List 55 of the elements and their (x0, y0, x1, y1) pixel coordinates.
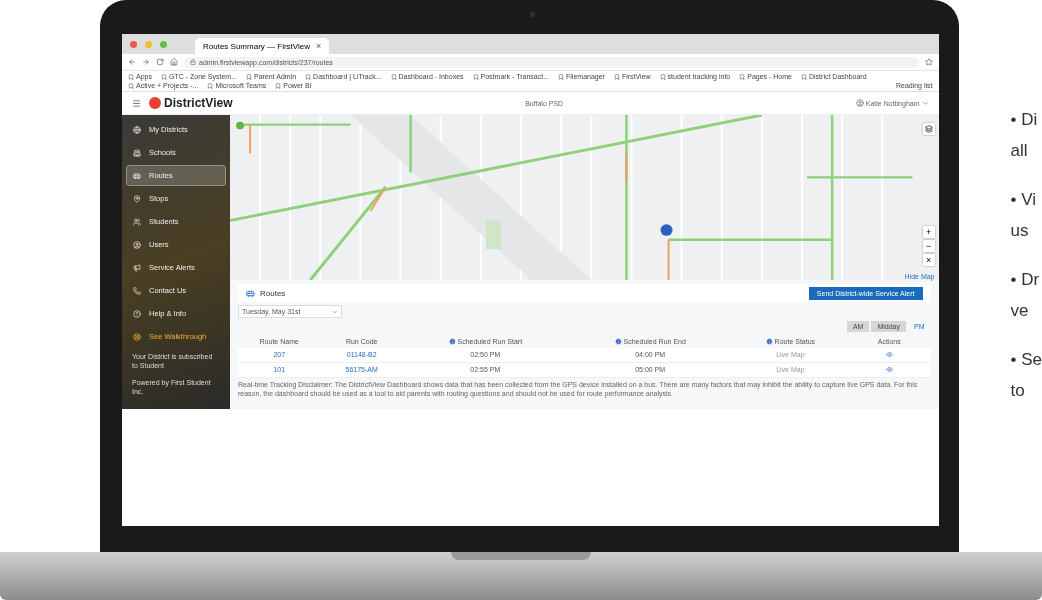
maximize-window-dot[interactable] (160, 40, 167, 48)
forward-icon[interactable] (142, 58, 150, 66)
megaphone-icon (133, 263, 141, 272)
help-icon (133, 309, 141, 318)
lock-icon (190, 59, 196, 65)
bookmark-icon (207, 82, 214, 89)
info-icon (765, 338, 773, 345)
camera-dot (530, 12, 535, 17)
school-icon (133, 148, 141, 157)
bookmark-icon (275, 82, 282, 89)
bullet-text: • Se (1010, 349, 1042, 371)
bookmark-icon (739, 73, 746, 80)
routes-title: Routes (260, 288, 287, 298)
tab-title: Routes Summary — FirstView (203, 41, 310, 51)
minimize-window-dot[interactable] (145, 40, 152, 48)
bullet-text: • Di (1010, 109, 1039, 131)
bookmark-icon (659, 73, 666, 80)
bookmark-icon (305, 73, 312, 80)
bullet-text: ve (1010, 300, 1030, 322)
bookmark-icon (613, 73, 620, 80)
people-icon (133, 217, 141, 226)
view-icon[interactable] (885, 351, 893, 358)
bullet-text: to (1010, 380, 1026, 402)
bookmark-icon (801, 73, 807, 80)
bus-icon (133, 171, 141, 180)
caret-icon (921, 99, 929, 107)
tab-close-button[interactable]: × (316, 41, 322, 51)
view-icon[interactable] (885, 366, 893, 373)
lifebuoy-icon (133, 332, 141, 341)
globe-icon (133, 125, 141, 134)
caret-icon (332, 308, 338, 315)
user-icon (855, 99, 864, 107)
bullet-text: • Dr (1010, 269, 1041, 291)
bookmark-icon (472, 73, 479, 80)
info-icon (614, 338, 622, 345)
logo: DistrictView (149, 96, 233, 110)
bus-icon (246, 288, 255, 298)
pin-icon (133, 194, 141, 203)
user-icon (133, 240, 141, 249)
reload-icon[interactable] (156, 58, 164, 66)
bullet-text: all (1010, 140, 1029, 162)
bookmark-icon (160, 73, 167, 80)
back-icon[interactable] (128, 58, 136, 66)
bookmark-icon (246, 73, 253, 80)
menu-icon[interactable] (132, 98, 141, 108)
bookmark-icon (390, 73, 397, 80)
bullet-text: us (1010, 220, 1030, 242)
bookmark-icon (558, 73, 564, 80)
bullet-text: • Vi (1010, 189, 1037, 211)
browser-tab[interactable]: Routes Summary — FirstView × (195, 38, 330, 54)
phone-icon (133, 286, 141, 295)
star-icon[interactable] (924, 58, 933, 66)
info-icon (448, 338, 456, 345)
home-icon[interactable] (170, 58, 178, 66)
close-window-dot[interactable] (130, 40, 137, 48)
